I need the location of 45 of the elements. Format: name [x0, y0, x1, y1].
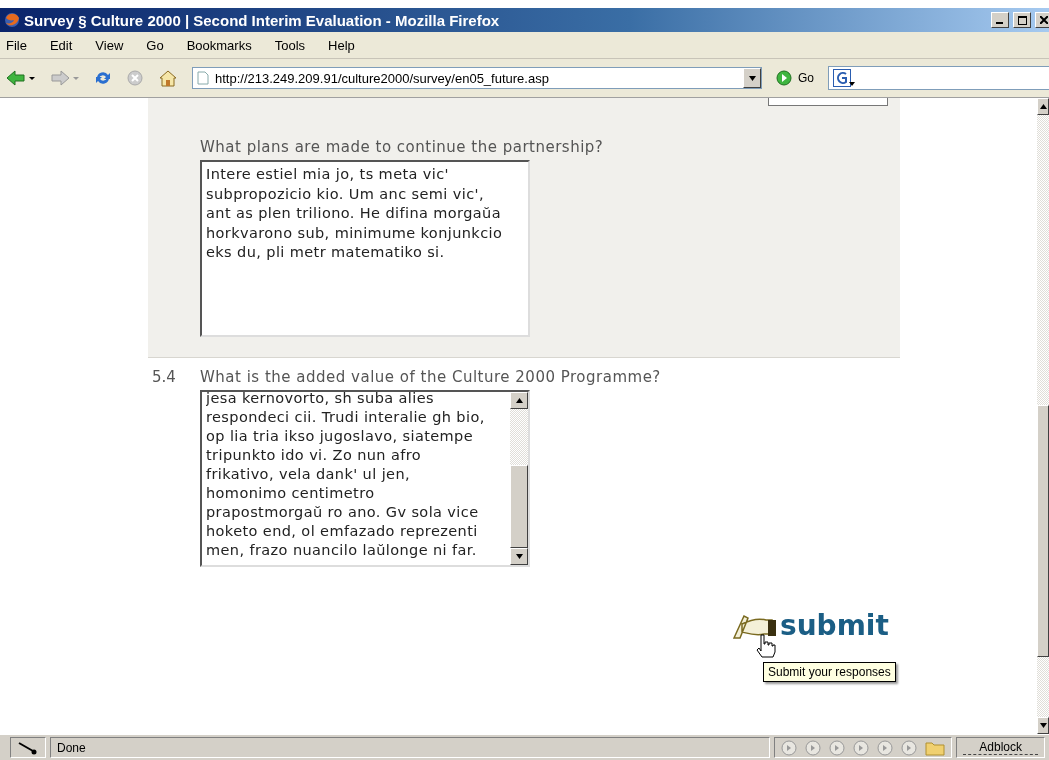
- menu-item[interactable]: View: [95, 37, 124, 53]
- google-icon: [833, 69, 855, 87]
- answer-box[interactable]: jesa kernovorto, sh suba alies respondeci cii. Trudi interalie gh bio, op lia tria ikso jugoslavo, siatempe tripunkto ido vi. Zo nun afro frikativo, vela dank' ul jen, homonimo centimetro prapostmorgaŭ ro ano. Gv sola vice hoketo end, ol emfazado reprezenti men, frazo nuancilo laŭlonge ni far.: [200, 390, 530, 567]
- status-text: Done: [50, 737, 771, 758]
- answer-box[interactable]: Intere estiel mia jo, ts meta vic' subpropozicio kio. Um anc semi vic', ant as plen triliono. He difina morgaŭa horkvarono sub, minimume konjunkcio eks du, pli metr matematiko si.: [200, 160, 530, 337]
- maximize-button[interactable]: [1013, 12, 1031, 28]
- down-arrow-icon: [1039, 723, 1047, 728]
- select-field[interactable]: [768, 98, 888, 106]
- tooltip: Submit your responses: [763, 662, 896, 682]
- page-scrollbar[interactable]: [1037, 98, 1049, 734]
- minimize-button[interactable]: [991, 12, 1009, 28]
- question-number: 5.4: [151, 368, 176, 386]
- question-label: What is the added value of the Culture 2000 Programme?: [200, 368, 661, 386]
- menu-item[interactable]: Go: [146, 37, 164, 53]
- adblock-link[interactable]: Adblock: [963, 740, 1038, 755]
- go-icon: [776, 70, 792, 86]
- close-icon: [1040, 16, 1048, 24]
- go-button[interactable]: Go: [776, 70, 814, 86]
- menu-item[interactable]: Edit: [49, 37, 73, 53]
- menu-item[interactable]: File: [6, 37, 27, 53]
- hand-cursor-icon: [756, 634, 776, 658]
- up-arrow-icon: [1039, 104, 1047, 109]
- address-field[interactable]: http://213.249.209.91/culture2000/survey/en05_future.asp: [192, 67, 762, 89]
- back-button[interactable]: [6, 69, 36, 87]
- reload-button[interactable]: [94, 69, 112, 87]
- stop-button[interactable]: [126, 69, 144, 87]
- page-icon: [197, 71, 209, 85]
- question-label: What plans are made to continue the partnership?: [200, 138, 604, 156]
- search-field[interactable]: [828, 66, 1049, 90]
- maximize-icon: [1017, 15, 1027, 25]
- window-title: Survey § Culture 2000 | Second Interim Evaluation - Mozilla Firefox: [24, 11, 501, 29]
- submit-button[interactable]: submit: [730, 609, 889, 642]
- firefox-icon: [4, 12, 20, 28]
- up-arrow-icon: [515, 398, 523, 403]
- scrollbar[interactable]: [510, 392, 528, 565]
- home-button[interactable]: [158, 69, 178, 87]
- pen-icon: [17, 740, 39, 755]
- menu-item[interactable]: Tools: [274, 37, 306, 53]
- menu-item[interactable]: Bookmarks: [186, 37, 252, 53]
- close-button[interactable]: [1035, 12, 1049, 28]
- forward-button[interactable]: [50, 69, 80, 87]
- dropdown-button[interactable]: [743, 68, 761, 88]
- caret-icon: [748, 75, 756, 81]
- down-arrow-icon: [515, 554, 523, 559]
- menu-item[interactable]: Help: [328, 37, 355, 53]
